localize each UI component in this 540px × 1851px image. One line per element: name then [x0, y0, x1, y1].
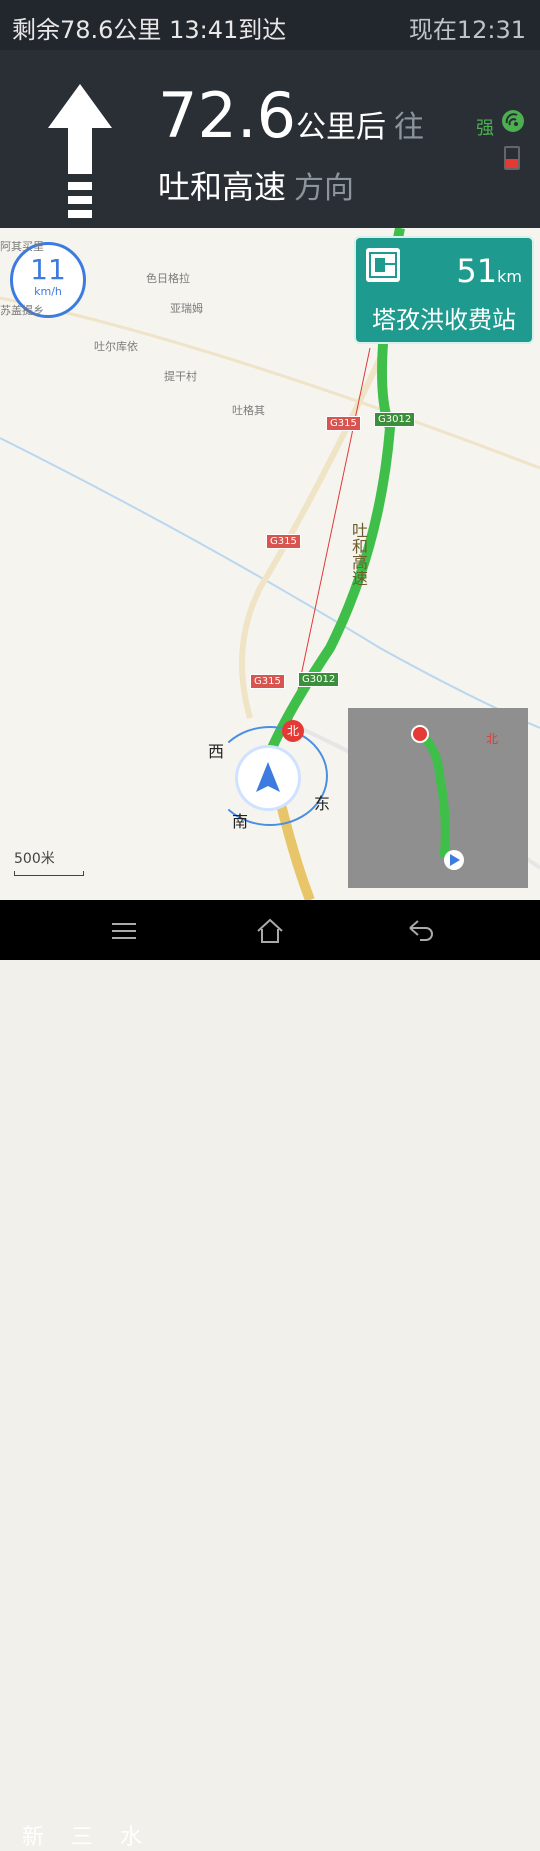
highway-shield: G3012 [374, 412, 416, 427]
speed-unit: km/h [34, 285, 62, 298]
toll-station-card[interactable]: 51km 塔孜洪收费站 [354, 236, 534, 344]
place-label: 吐尔库依 [94, 340, 138, 353]
highway-shield: G315 [250, 674, 285, 689]
scale-label: 500米 [14, 851, 55, 867]
overview-route [411, 725, 464, 870]
menu-icon[interactable] [106, 916, 142, 946]
place-label: 苏盖提乡 [0, 304, 44, 317]
next-road: 吐和高速 方向 [158, 162, 354, 208]
back-icon[interactable] [402, 916, 438, 946]
navigation-arrow-icon [256, 762, 280, 792]
compass-west: 西 [208, 742, 225, 761]
place-label: 吐格其 [232, 404, 265, 417]
map-view[interactable]: 11 km/h 51km 塔孜洪收费站 阿其买里 苏盖提乡 色日格拉 亚瑞姆 吐… [0, 228, 540, 900]
highway-shield: G315 [326, 416, 361, 431]
compass-south: 南 [232, 812, 249, 831]
place-label: 色日格拉 [146, 272, 190, 285]
signal-strength-label: 强 [476, 118, 494, 139]
compass-east: 东 [314, 794, 331, 813]
straight-arrow-icon [48, 84, 112, 218]
toll-distance: 51km [456, 252, 522, 290]
north-indicator: 北 [282, 720, 304, 742]
distance-value: 72.6 [158, 79, 297, 152]
current-time: 现在12:31 [408, 16, 526, 44]
place-label: 亚瑞姆 [170, 302, 203, 315]
car-position-button[interactable] [238, 748, 298, 808]
battery-icon [504, 146, 520, 170]
scale-bar [14, 871, 84, 876]
home-icon[interactable] [252, 916, 288, 946]
overview-map[interactable]: 北 [348, 708, 528, 888]
speed-value: 11 [30, 253, 66, 286]
highway-shield: G315 [266, 534, 301, 549]
distance-to-turn: 72.6公里后往 [158, 84, 424, 148]
toll-distance-unit: km [497, 267, 522, 286]
remaining-summary: 剩余78.6公里 13:41到达 [12, 16, 287, 44]
guidance-panel: 72.6公里后往 吐和高速 方向 强 [0, 50, 540, 228]
gps-signal-icon [502, 110, 524, 132]
place-label: 阿其买里 [0, 240, 44, 253]
overview-north-icon: 北 [485, 732, 498, 746]
toll-distance-value: 51 [456, 252, 498, 290]
gps-signal: 强 [476, 108, 526, 139]
status-bar: 剩余78.6公里 13:41到达 现在12:31 [0, 0, 540, 50]
map-road-label: 吐和高速 [352, 521, 369, 588]
watermark: 新 三 水 [22, 1825, 152, 1850]
toward-text: 往 [394, 110, 425, 145]
place-label: 提干村 [164, 370, 197, 383]
highway-shield: G3012 [298, 672, 340, 687]
system-nav-bar: 新 三 水 [0, 900, 540, 1850]
toll-booth-icon [366, 248, 400, 282]
direction-text: 方向 [294, 171, 355, 206]
road-name: 吐和高速 [158, 168, 287, 206]
map-scale: 500米 [14, 848, 84, 876]
distance-unit: 公里后 [296, 110, 387, 145]
toll-station-name: 塔孜洪收费站 [372, 306, 516, 334]
